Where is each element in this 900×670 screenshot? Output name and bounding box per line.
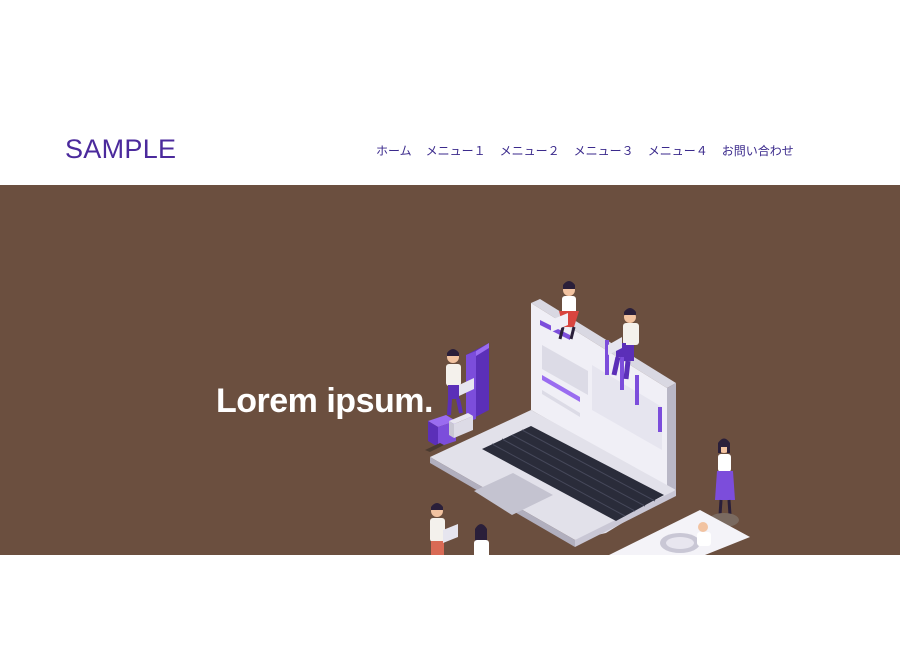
person-bottom-left	[430, 503, 489, 555]
nav-item-menu-3[interactable]: メニュー３	[574, 142, 634, 159]
nav-item-menu-4[interactable]: メニュー４	[648, 142, 708, 159]
nav-item-contact[interactable]: お問い合わせ	[722, 142, 794, 159]
main-nav: ホーム メニュー１ メニュー２ メニュー３ メニュー４ お問い合わせ	[376, 142, 794, 159]
site-header: SAMPLE ホーム メニュー１ メニュー２ メニュー３ メニュー４ お問い合わ…	[0, 0, 900, 185]
hero-title: Lorem ipsum.	[216, 382, 433, 420]
nav-item-home[interactable]: ホーム	[376, 142, 412, 159]
nav-item-menu-2[interactable]: メニュー２	[500, 142, 560, 159]
isometric-laptop-illustration	[425, 281, 750, 555]
person-right-standing	[709, 438, 739, 527]
nav-item-menu-1[interactable]: メニュー１	[426, 142, 486, 159]
hero-section: Lorem ipsum.	[0, 185, 900, 555]
site-logo[interactable]: SAMPLE	[65, 134, 176, 165]
